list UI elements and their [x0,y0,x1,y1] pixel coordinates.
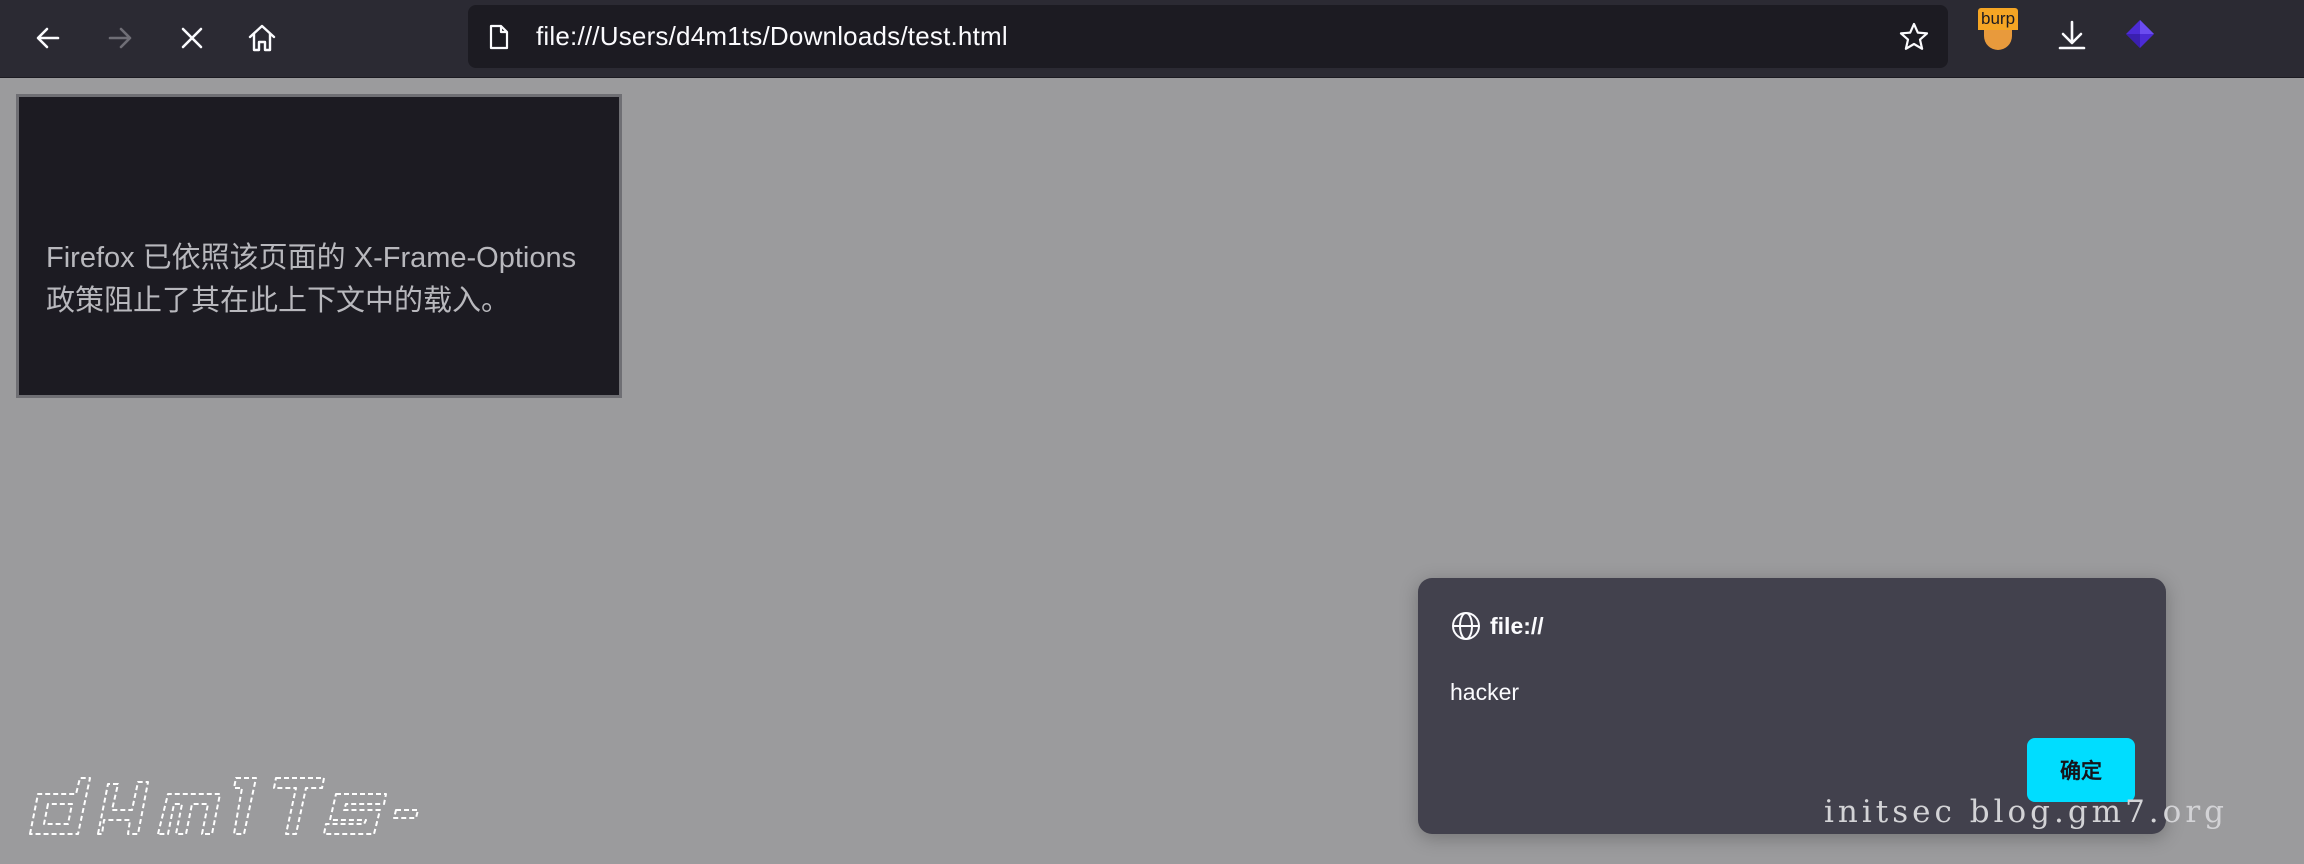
ok-button[interactable]: 确定 [2027,738,2135,802]
burp-extension-label: burp [1978,8,2018,30]
arrow-right-icon [108,27,132,49]
dialog-message: hacker [1450,679,1520,705]
stop-button[interactable] [170,16,214,60]
burp-extension-button[interactable]: burp [1978,8,2018,52]
d4m1ts-logo-watermark: d4m1ts [29,777,419,835]
forward-button[interactable] [98,16,142,60]
site-watermark: initsec blog.gm7.org [1824,794,2228,830]
close-icon [181,27,203,49]
blocked-frame-message: Firefox 已依照该页面的 X-Frame-Options 政策阻止了其在此… [46,242,577,317]
home-button[interactable] [240,16,284,60]
address-bar[interactable]: file:///Users/d4m1ts/Downloads/test.html [468,5,1948,68]
home-icon [248,24,276,52]
dialog-origin: file:// [1490,613,1544,639]
cube-icon [2126,20,2154,48]
download-button[interactable] [2050,14,2094,58]
cube-extension-button[interactable] [2118,14,2162,58]
arrow-left-icon [36,27,60,49]
download-icon [2058,20,2086,50]
page-icon [489,24,509,50]
star-icon[interactable] [1898,21,1930,53]
browser-toolbar: file:///Users/d4m1ts/Downloads/test.html… [0,0,2304,78]
back-button[interactable] [26,16,70,60]
globe-icon [1452,612,1480,640]
address-bar-url[interactable]: file:///Users/d4m1ts/Downloads/test.html [536,5,1008,68]
blocked-iframe: Firefox 已依照该页面的 X-Frame-Options 政策阻止了其在此… [16,94,622,398]
